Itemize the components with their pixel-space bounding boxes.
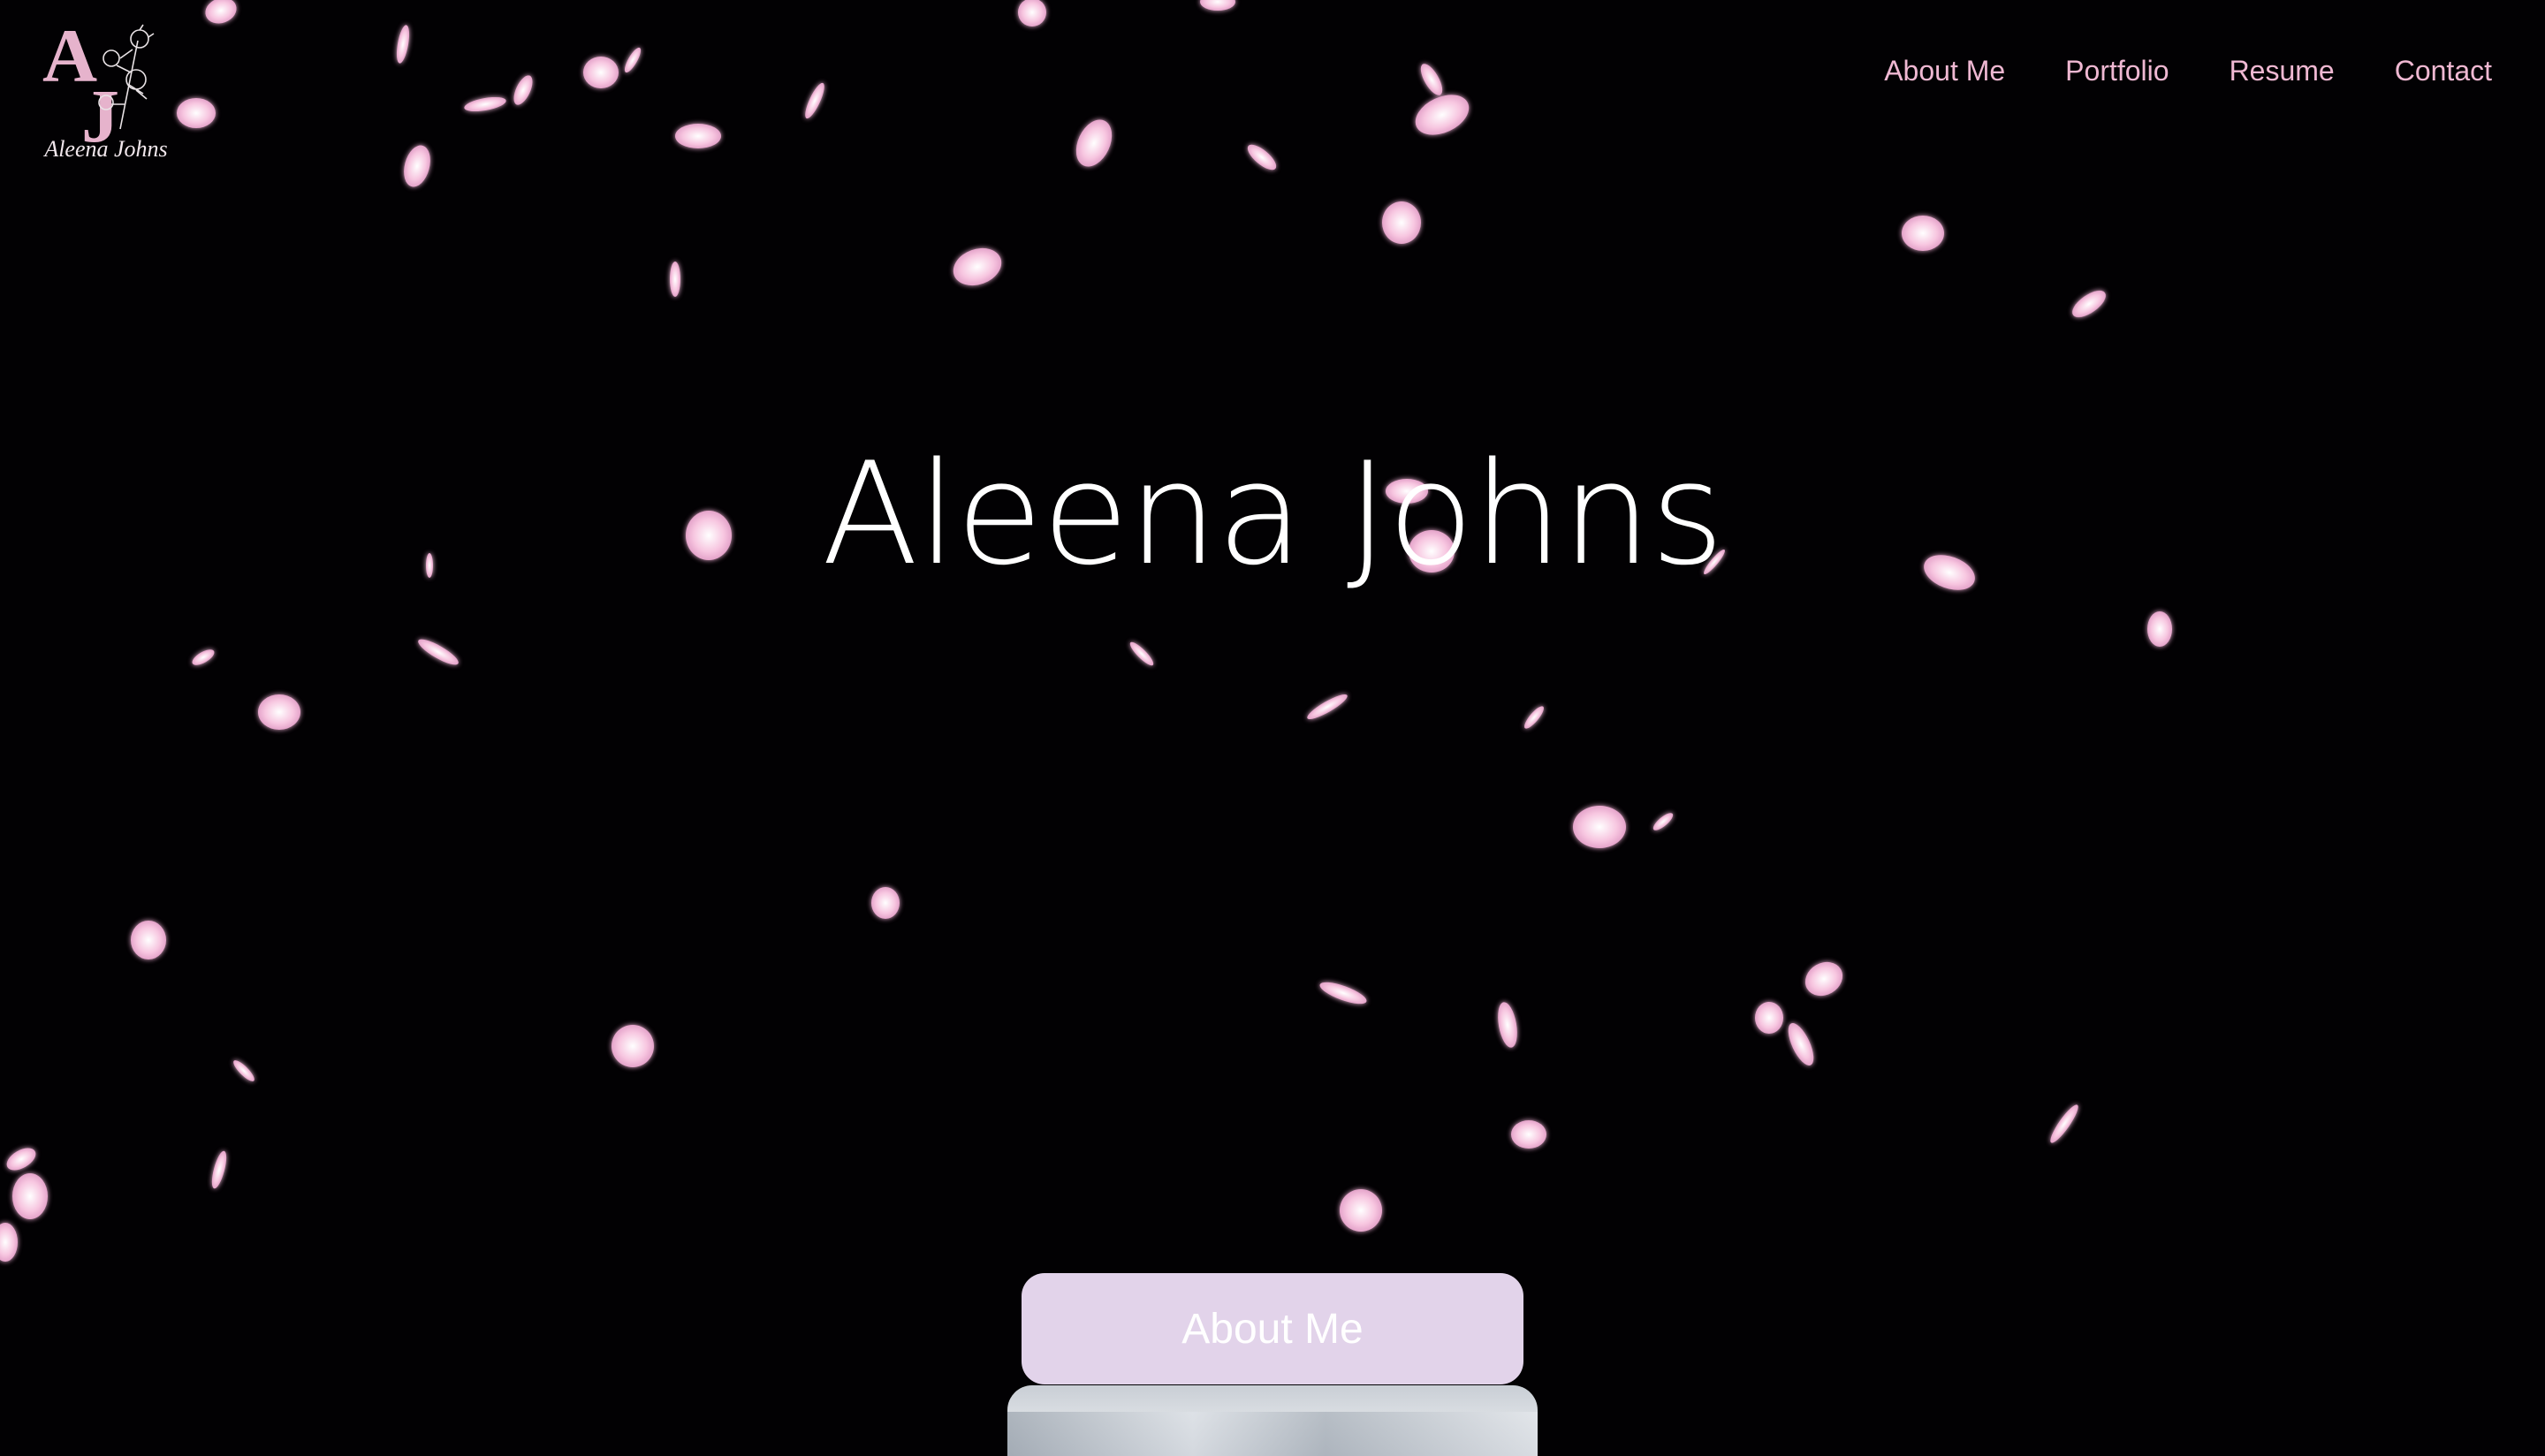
petal (2072, 290, 2106, 318)
petal (1511, 1120, 1546, 1149)
falling-petals-background (0, 0, 2172, 1262)
petal (670, 262, 680, 297)
petal (1247, 144, 1277, 171)
petal (1420, 64, 1443, 95)
top-nav: About Me Portfolio Resume Contact (1884, 55, 2492, 87)
petal (871, 887, 900, 919)
petal (1018, 0, 1046, 27)
nav-portfolio[interactable]: Portfolio (2065, 55, 2169, 87)
petal (675, 124, 721, 148)
photo-sky (1007, 1412, 1538, 1456)
petal (418, 639, 459, 665)
petal (1652, 813, 1674, 830)
petal (1415, 95, 1470, 135)
petal (805, 82, 824, 119)
petal (1755, 1002, 1783, 1034)
petal (513, 75, 533, 105)
petal (953, 247, 1002, 286)
petal (404, 145, 430, 187)
petal (2147, 611, 2172, 647)
petal (233, 1060, 254, 1081)
petal (1319, 982, 1367, 1005)
petal (1340, 1189, 1382, 1232)
petal (177, 98, 216, 128)
petal (1498, 1002, 1517, 1048)
petal (1075, 119, 1113, 167)
petal (612, 1025, 654, 1067)
nav-about-me[interactable]: About Me (1884, 55, 2005, 87)
logo-signature: Aleena Johns (44, 136, 168, 162)
petal (1129, 641, 1154, 666)
petal (1200, 0, 1235, 11)
petal (1788, 1023, 1814, 1065)
petal (1307, 694, 1348, 719)
flower-icon (98, 24, 155, 130)
petal (258, 694, 300, 730)
nav-contact[interactable]: Contact (2395, 55, 2492, 87)
petal (464, 96, 506, 112)
petal (131, 921, 166, 959)
petal (192, 649, 215, 665)
petal (1573, 806, 1626, 848)
petal (583, 57, 619, 88)
petal (0, 1223, 18, 1262)
petal (211, 1150, 227, 1189)
petal (1804, 961, 1843, 997)
petal (1902, 216, 1944, 251)
petal (6, 1148, 36, 1171)
petal (1382, 201, 1421, 244)
nav-resume[interactable]: Resume (2230, 55, 2335, 87)
petal (12, 1173, 48, 1219)
petal (205, 0, 237, 24)
hero-title: Aleena Johns (821, 431, 1724, 597)
petal (396, 25, 410, 64)
logo[interactable]: A J Aleena Johns (35, 16, 177, 168)
petal (1524, 706, 1544, 729)
about-photo (1007, 1385, 1538, 1456)
petal (2050, 1104, 2078, 1143)
about-me-button[interactable]: About Me (1022, 1273, 1523, 1384)
petal (624, 47, 642, 73)
